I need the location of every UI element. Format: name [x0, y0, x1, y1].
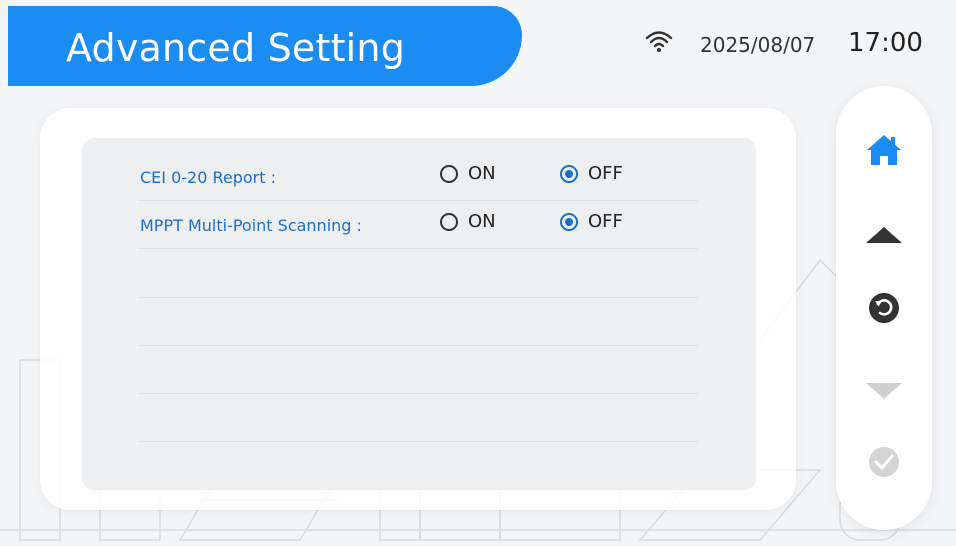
- empty-row-divider: [138, 296, 698, 298]
- cei-report-on-option[interactable]: ON: [440, 163, 496, 184]
- side-navigation: [836, 86, 932, 530]
- home-icon: [867, 135, 901, 165]
- setting-row-mppt-scanning: MPPT Multi-Point Scanning : ON OFF: [138, 200, 698, 249]
- status-date: 2025/08/07: [700, 33, 816, 57]
- empty-row-divider: [138, 440, 698, 442]
- settings-list: CEI 0-20 Report : ON OFF MPPT Multi-Poin…: [82, 138, 756, 490]
- arrow-up-icon: [866, 227, 902, 243]
- confirm-button[interactable]: [860, 438, 908, 486]
- status-time: 17:00: [848, 28, 923, 58]
- mppt-scanning-on-option[interactable]: ON: [440, 211, 496, 232]
- radio-unchecked-icon[interactable]: [440, 212, 458, 231]
- back-button[interactable]: [860, 284, 908, 332]
- radio-checked-icon[interactable]: [560, 164, 578, 183]
- confirm-icon: [869, 447, 899, 477]
- option-label: OFF: [588, 211, 623, 232]
- option-label: ON: [468, 163, 496, 184]
- radio-unchecked-icon[interactable]: [440, 164, 458, 183]
- page-title: Advanced Setting: [66, 26, 406, 70]
- home-button[interactable]: [860, 126, 908, 174]
- arrow-down-icon: [866, 383, 902, 399]
- mppt-scanning-off-option[interactable]: OFF: [560, 211, 623, 232]
- title-bar: Advanced Setting: [8, 6, 522, 86]
- cei-report-off-option[interactable]: OFF: [560, 163, 623, 184]
- scroll-up-button[interactable]: [860, 210, 908, 258]
- settings-panel: CEI 0-20 Report : ON OFF MPPT Multi-Poin…: [40, 108, 796, 510]
- setting-label: MPPT Multi-Point Scanning :: [140, 216, 362, 235]
- empty-row-divider: [138, 344, 698, 346]
- back-icon: [869, 293, 899, 323]
- empty-row-divider: [138, 392, 698, 394]
- option-label: ON: [468, 211, 496, 232]
- option-label: OFF: [588, 163, 623, 184]
- scroll-down-button[interactable]: [860, 368, 908, 416]
- wifi-icon: [645, 31, 673, 52]
- setting-label: CEI 0-20 Report :: [140, 168, 276, 187]
- setting-row-cei-report: CEI 0-20 Report : ON OFF: [138, 152, 698, 201]
- radio-checked-icon[interactable]: [560, 212, 578, 231]
